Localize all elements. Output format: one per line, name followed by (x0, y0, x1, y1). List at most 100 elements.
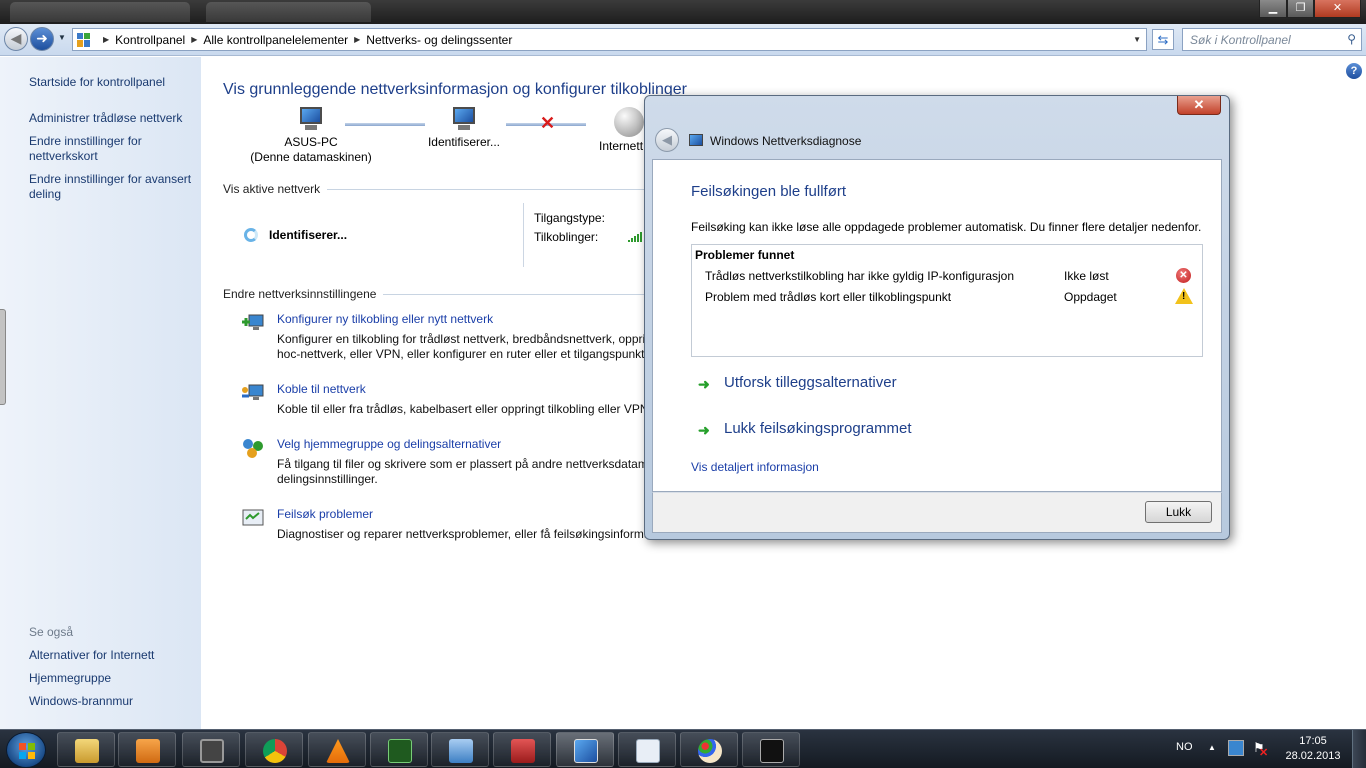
option-label: Lukk feilsøkingsprogrammet (724, 420, 912, 437)
network-icon (449, 107, 479, 131)
taskbar-toolbox[interactable] (493, 732, 551, 767)
network-diagnostics-icon (689, 134, 703, 146)
task-link-connect-network[interactable]: Koble til nettverk (277, 382, 366, 396)
gadget-handle[interactable] (0, 309, 6, 405)
problem-status: Oppdaget (1064, 290, 1117, 304)
show-desktop-button[interactable] (1352, 730, 1366, 768)
network-identifying: Identifiserer... (427, 135, 501, 149)
connections-label: Tilkoblinger: (534, 230, 599, 244)
dialog-close-button[interactable]: ✕ (1177, 96, 1221, 115)
media-player-icon (136, 739, 160, 763)
breadcrumb-all-items[interactable]: Alle kontrollpanelelementer (203, 33, 348, 47)
problems-list: Problemer funnet Trådløs nettverkstilkob… (691, 244, 1203, 357)
chevron-right-icon[interactable]: ▶ (191, 35, 197, 44)
dialog-content: Feilsøkingen ble fullført Feilsøking kan… (652, 159, 1222, 492)
network-tool-icon (388, 739, 412, 763)
section-divider (383, 294, 647, 295)
command-prompt-icon (760, 739, 784, 763)
minimize-button[interactable]: ▁ (1259, 0, 1287, 18)
clock-time: 17:05 (1299, 735, 1327, 747)
breadcrumb-control-panel[interactable]: Kontrollpanel (115, 33, 185, 47)
taskbar-vlc[interactable] (308, 732, 366, 767)
close-button[interactable]: ✕ (1314, 0, 1361, 18)
taskbar-command-prompt[interactable] (742, 732, 800, 767)
page-title: Vis grunnleggende nettverksinformasjon o… (223, 81, 687, 98)
task-description-line: Konfigurer en tilkobling for trådløst ne… (277, 332, 646, 346)
maximize-button[interactable]: ❐ (1287, 0, 1314, 18)
address-dropdown-icon[interactable]: ▼ (1133, 35, 1141, 44)
taskbar-remote-desktop[interactable] (431, 732, 489, 767)
chevron-right-icon[interactable]: ▶ (354, 35, 360, 44)
task-link-new-connection[interactable]: Konfigurer ny tilkobling eller nytt nett… (277, 312, 493, 326)
system-clock[interactable]: 17:05 28.02.2013 (1283, 734, 1343, 764)
task-description-line: delingsinnstillinger. (277, 472, 378, 486)
task-description-line: Koble til eller fra trådløs, kabelbasert… (277, 402, 649, 416)
network-diagnostics-dialog: ✕ ◀ Windows Nettverksdiagnose Feilsøking… (644, 95, 1230, 540)
clock-date: 28.02.2013 (1285, 750, 1341, 762)
taskbar-network-tool[interactable] (370, 732, 428, 767)
section-divider (523, 203, 524, 267)
recent-pages-dropdown[interactable]: ▼ (58, 33, 66, 42)
dialog-footer: Lukk (652, 492, 1222, 533)
language-indicator[interactable]: NO (1176, 741, 1193, 753)
remote-desktop-icon (449, 739, 473, 763)
chrome-icon (263, 739, 287, 763)
video-capture-icon (200, 739, 224, 763)
folder-icon (75, 739, 99, 763)
show-hidden-icons-icon[interactable]: ▲ (1208, 743, 1216, 752)
taskbar-network-diagnostic[interactable] (556, 732, 614, 767)
sidebar-link-adapter[interactable]: Endre innstillinger for nettverkskort (29, 134, 194, 164)
window-title-bar: ▁ ❐ ✕ (0, 0, 1366, 24)
taskbar-video-capture[interactable] (182, 732, 240, 767)
help-icon[interactable]: ? (1346, 63, 1362, 79)
refresh-button[interactable]: ⇆ (1152, 29, 1174, 50)
green-arrow-icon: ➜ (698, 376, 710, 392)
chevron-right-icon[interactable]: ▶ (103, 35, 109, 44)
sidebar-link-sharing[interactable]: Endre innstillinger for avansert deling (29, 172, 194, 202)
dialog-back-button[interactable]: ◀ (655, 128, 679, 152)
network-tray-icon[interactable] (1228, 740, 1244, 756)
start-button[interactable] (6, 732, 46, 768)
network-map-middle[interactable]: Identifiserer... (419, 107, 509, 150)
task-description-line: Diagnostiser og reparer nettverksproblem… (277, 527, 651, 541)
search-icon[interactable]: ⚲ (1347, 32, 1356, 46)
connection-line (345, 123, 425, 126)
taskbar-explorer[interactable] (57, 732, 115, 767)
forward-button[interactable]: ➜ (30, 27, 54, 51)
vlc-cone-icon (326, 739, 350, 763)
navigation-bar: ◀ ➜ ▼ ▶ Kontrollpanel ▶ Alle kontrollpan… (0, 24, 1366, 56)
task-link-troubleshoot[interactable]: Feilsøk problemer (277, 507, 373, 521)
active-networks-heading: Vis aktive nettverk (223, 182, 321, 196)
address-bar[interactable]: ▶ Kontrollpanel ▶ Alle kontrollpanelelem… (72, 28, 1147, 51)
sidebar-link-homegroup[interactable]: Hjemmegruppe (29, 671, 194, 686)
dialog-heading: Feilsøkingen ble fullført (691, 183, 847, 200)
taskbar-media-player[interactable] (118, 732, 176, 767)
view-details-link[interactable]: Vis detaljert informasjon (691, 460, 819, 474)
taskbar-paint[interactable] (680, 732, 738, 767)
task-description: Få tilgang til filer og skrivere som er … (277, 457, 655, 487)
problem-status: Ikke løst (1064, 269, 1109, 283)
task-link-homegroup[interactable]: Velg hjemmegruppe og delingsalternativer (277, 437, 501, 451)
network-diagnostic-icon (574, 739, 598, 763)
sidebar-link-home[interactable]: Startside for kontrollpanel (29, 75, 194, 90)
wireless-signal-icon[interactable] (628, 232, 642, 242)
sidebar-link-internet-options[interactable]: Alternativer for Internett (29, 648, 194, 663)
task-description-line: Få tilgang til filer og skrivere som er … (277, 457, 655, 471)
breadcrumb-network-center[interactable]: Nettverks- og delingssenter (366, 33, 512, 47)
sidebar-link-wireless[interactable]: Administrer trådløse nettverk (29, 111, 194, 126)
taskbar-chrome[interactable] (245, 732, 303, 767)
taskbar-notepad[interactable] (618, 732, 676, 767)
loading-spinner-icon (244, 228, 258, 242)
action-center-flag-icon[interactable]: ⚑ ✕ (1253, 740, 1268, 759)
warning-icon: ! (1175, 288, 1193, 304)
back-button[interactable]: ◀ (4, 27, 28, 51)
see-also-label: Se også (29, 625, 74, 639)
search-placeholder: Søk i Kontrollpanel (1190, 33, 1291, 47)
background-tab (206, 2, 371, 22)
network-map-computer[interactable]: ASUS-PC (Denne datamaskinen) (241, 107, 381, 165)
sidebar-link-firewall[interactable]: Windows-brannmur (29, 694, 194, 709)
close-dialog-button[interactable]: Lukk (1145, 501, 1212, 523)
connection-error-icon: ✕ (540, 113, 556, 133)
problem-description: Problem med trådløs kort eller tilkoblin… (705, 290, 952, 304)
search-input[interactable]: Søk i Kontrollpanel ⚲ (1182, 28, 1362, 51)
